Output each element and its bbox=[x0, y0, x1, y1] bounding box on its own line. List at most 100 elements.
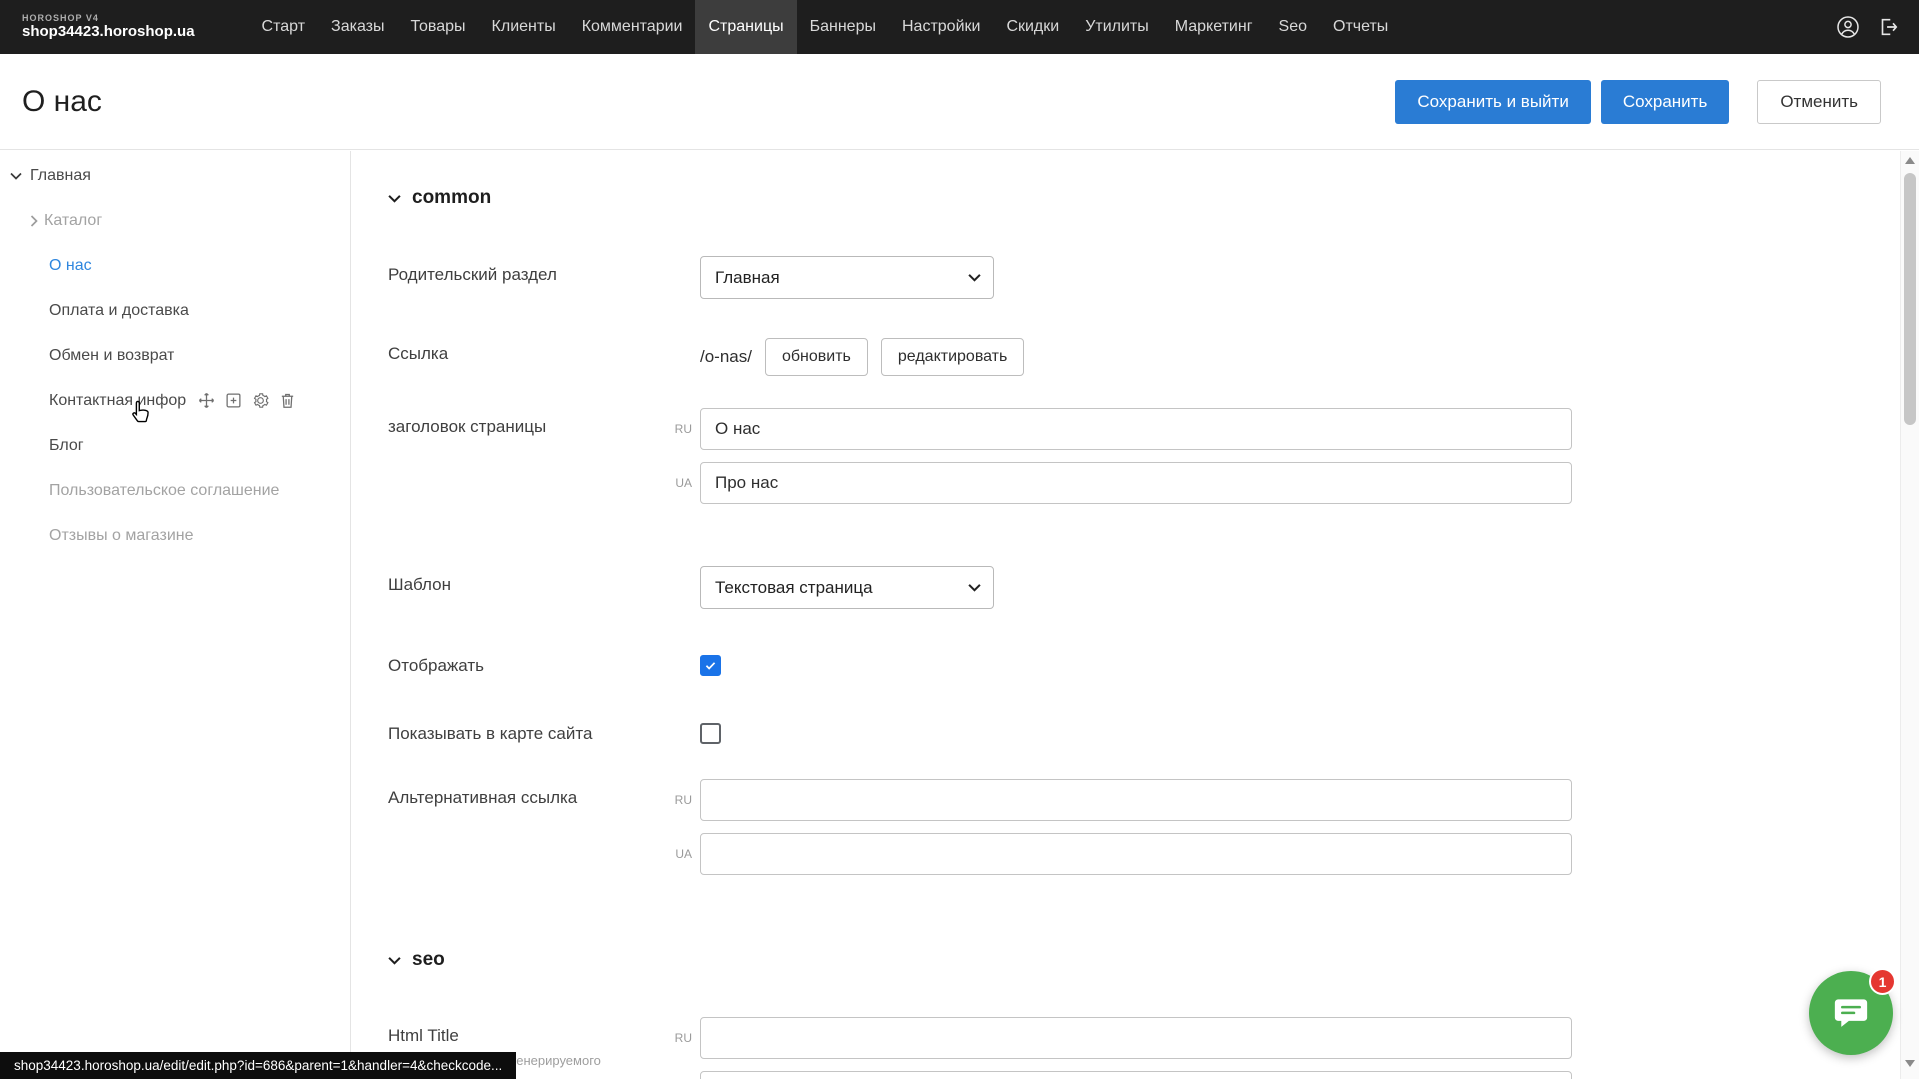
sidebar-item-label: Оплата и доставка bbox=[49, 302, 189, 320]
topbar-right bbox=[1835, 14, 1901, 40]
sidebar-item-label: О нас bbox=[49, 257, 92, 275]
alt-link-row: Альтернативная ссылка RU UA bbox=[388, 779, 1900, 887]
template-label: Шаблон bbox=[388, 566, 700, 595]
topbar-menu-orders[interactable]: Заказы bbox=[318, 0, 397, 54]
topbar-menu-discounts[interactable]: Скидки bbox=[993, 0, 1072, 54]
display-checkbox[interactable] bbox=[700, 655, 721, 676]
parent-section-value: Главная bbox=[715, 268, 780, 288]
page-title: О нас bbox=[22, 85, 102, 119]
section-seo-toggle[interactable]: seo bbox=[388, 949, 1900, 971]
sidebar-item-catalog[interactable]: Каталог bbox=[0, 198, 350, 243]
topbar-menu-comments[interactable]: Комментарии bbox=[569, 0, 696, 54]
brand-domain: shop34423.horoshop.ua bbox=[22, 24, 195, 41]
scroll-down-arrow-icon[interactable] bbox=[1905, 1060, 1915, 1067]
account-icon[interactable] bbox=[1835, 14, 1861, 40]
chevron-down-icon bbox=[388, 194, 401, 203]
sidebar-item-payment-delivery[interactable]: Оплата и доставка bbox=[0, 288, 350, 333]
parent-section-row: Родительский раздел Главная bbox=[388, 256, 1900, 299]
sidebar-item-store-reviews[interactable]: Отзывы о магазине bbox=[0, 513, 350, 558]
check-icon bbox=[704, 659, 717, 672]
page-title-row: заголовок страницы RU UA bbox=[388, 408, 1900, 516]
tree-item-actions bbox=[198, 392, 296, 409]
sitemap-checkbox[interactable] bbox=[700, 723, 721, 744]
template-select[interactable]: Текстовая страница bbox=[700, 566, 994, 609]
move-icon[interactable] bbox=[198, 392, 215, 409]
chevron-down-icon bbox=[968, 273, 981, 282]
page-title-ru-input[interactable] bbox=[700, 408, 1572, 450]
topbar-menu-start[interactable]: Старт bbox=[249, 0, 318, 54]
topbar-menu-clients[interactable]: Клиенты bbox=[479, 0, 569, 54]
sidebar-item-about[interactable]: О нас bbox=[0, 243, 350, 288]
link-row: Ссылка /o-nas/ обновить редактировать bbox=[388, 335, 1900, 376]
link-label: Ссылка bbox=[388, 335, 700, 364]
page-header: О нас Сохранить и выйти Сохранить Отмени… bbox=[0, 54, 1919, 150]
gear-icon[interactable] bbox=[252, 392, 269, 409]
alt-link-ru-input[interactable] bbox=[700, 779, 1572, 821]
link-preview-statusbar: shop34423.horoshop.ua/edit/edit.php?id=6… bbox=[0, 1052, 516, 1079]
display-label: Отображать bbox=[388, 656, 700, 676]
cancel-button[interactable]: Отменить bbox=[1757, 80, 1881, 124]
trash-icon[interactable] bbox=[279, 392, 296, 409]
html-title-label: Html Title bbox=[388, 1026, 678, 1046]
page-title-label: заголовок страницы bbox=[388, 408, 700, 437]
parent-section-select[interactable]: Главная bbox=[700, 256, 994, 299]
sidebar-item-label: Отзывы о магазине bbox=[49, 527, 194, 545]
topbar-menu-banners[interactable]: Баннеры bbox=[797, 0, 889, 54]
link-path: /o-nas/ bbox=[700, 347, 752, 367]
template-row: Шаблон Текстовая страница bbox=[388, 566, 1900, 609]
sidebar-item-label: Обмен и возврат bbox=[49, 347, 174, 365]
parent-section-label: Родительский раздел bbox=[388, 256, 700, 285]
topbar-menu-reports[interactable]: Отчеты bbox=[1320, 0, 1401, 54]
topbar-menu-settings[interactable]: Настройки bbox=[889, 0, 993, 54]
page-title-ua-input[interactable] bbox=[700, 462, 1572, 504]
sidebar-item-label: Каталог bbox=[44, 212, 102, 230]
sidebar-item-user-agreement[interactable]: Пользовательское соглашение bbox=[0, 468, 350, 513]
add-icon[interactable] bbox=[225, 392, 242, 409]
lang-ua-label: UA bbox=[664, 476, 692, 490]
topbar-menu-marketing[interactable]: Маркетинг bbox=[1162, 0, 1266, 54]
sidebar-item-label: Главная bbox=[30, 167, 91, 185]
logout-icon[interactable] bbox=[1875, 14, 1901, 40]
sidebar-item-contact-info[interactable]: Контактная инфор bbox=[0, 378, 350, 423]
scroll-up-arrow-icon[interactable] bbox=[1905, 157, 1915, 164]
lang-ru-label: RU bbox=[664, 422, 692, 436]
chat-bubble-icon bbox=[1831, 993, 1871, 1033]
html-title-ru-input[interactable] bbox=[700, 1017, 1572, 1059]
topbar: HOROSHOP V4 shop34423.horoshop.ua Старт … bbox=[0, 0, 1919, 54]
save-and-exit-button[interactable]: Сохранить и выйти bbox=[1395, 80, 1590, 124]
section-common-toggle[interactable]: common bbox=[388, 187, 1900, 209]
sitemap-row: Показывать в карте сайта bbox=[388, 723, 1900, 744]
sidebar-item-exchange-return[interactable]: Обмен и возврат bbox=[0, 333, 350, 378]
alt-link-ua-input[interactable] bbox=[700, 833, 1572, 875]
chat-launcher-button[interactable]: 1 bbox=[1809, 971, 1893, 1055]
save-button[interactable]: Сохранить bbox=[1601, 80, 1729, 124]
display-row: Отображать bbox=[388, 655, 1900, 676]
link-refresh-button[interactable]: обновить bbox=[765, 338, 868, 376]
alt-link-label: Альтернативная ссылка bbox=[388, 779, 700, 808]
sidebar-item-blog[interactable]: Блог bbox=[0, 423, 350, 468]
page-edit-form: common Родительский раздел Главная Ссылк… bbox=[352, 151, 1900, 1079]
sitemap-label: Показывать в карте сайта bbox=[388, 724, 700, 744]
link-edit-button[interactable]: редактировать bbox=[881, 338, 1024, 376]
topbar-menu-products[interactable]: Товары bbox=[398, 0, 479, 54]
lang-ua-label: UA bbox=[664, 847, 692, 861]
section-common-title: common bbox=[412, 187, 491, 209]
section-seo-title: seo bbox=[412, 949, 445, 971]
chevron-down-icon bbox=[968, 583, 981, 592]
topbar-menu-pages[interactable]: Страницы bbox=[695, 0, 796, 54]
topbar-menu-seo[interactable]: Seo bbox=[1266, 0, 1320, 54]
header-actions: Сохранить и выйти Сохранить Отменить bbox=[1395, 80, 1881, 124]
brand: HOROSHOP V4 shop34423.horoshop.ua bbox=[22, 14, 195, 40]
scrollbar-thumb[interactable] bbox=[1904, 173, 1916, 425]
html-title-ua-input[interactable] bbox=[700, 1071, 1572, 1079]
sidebar-item-home[interactable]: Главная bbox=[0, 153, 350, 198]
sidebar-item-label: Блог bbox=[49, 437, 84, 455]
html-title-row: Html Title Полная замена title, генериру… bbox=[388, 1017, 1900, 1079]
chevron-down-icon bbox=[10, 172, 22, 180]
topbar-menu-utilities[interactable]: Утилиты bbox=[1072, 0, 1162, 54]
topbar-menu: Старт Заказы Товары Клиенты Комментарии … bbox=[249, 0, 1402, 54]
pages-tree-sidebar: Главная Каталог О нас Оплата и доставка … bbox=[0, 151, 351, 1079]
template-value: Текстовая страница bbox=[715, 578, 873, 598]
vertical-scrollbar[interactable] bbox=[1900, 151, 1919, 1079]
sidebar-item-label: Контактная инфор bbox=[49, 392, 186, 410]
